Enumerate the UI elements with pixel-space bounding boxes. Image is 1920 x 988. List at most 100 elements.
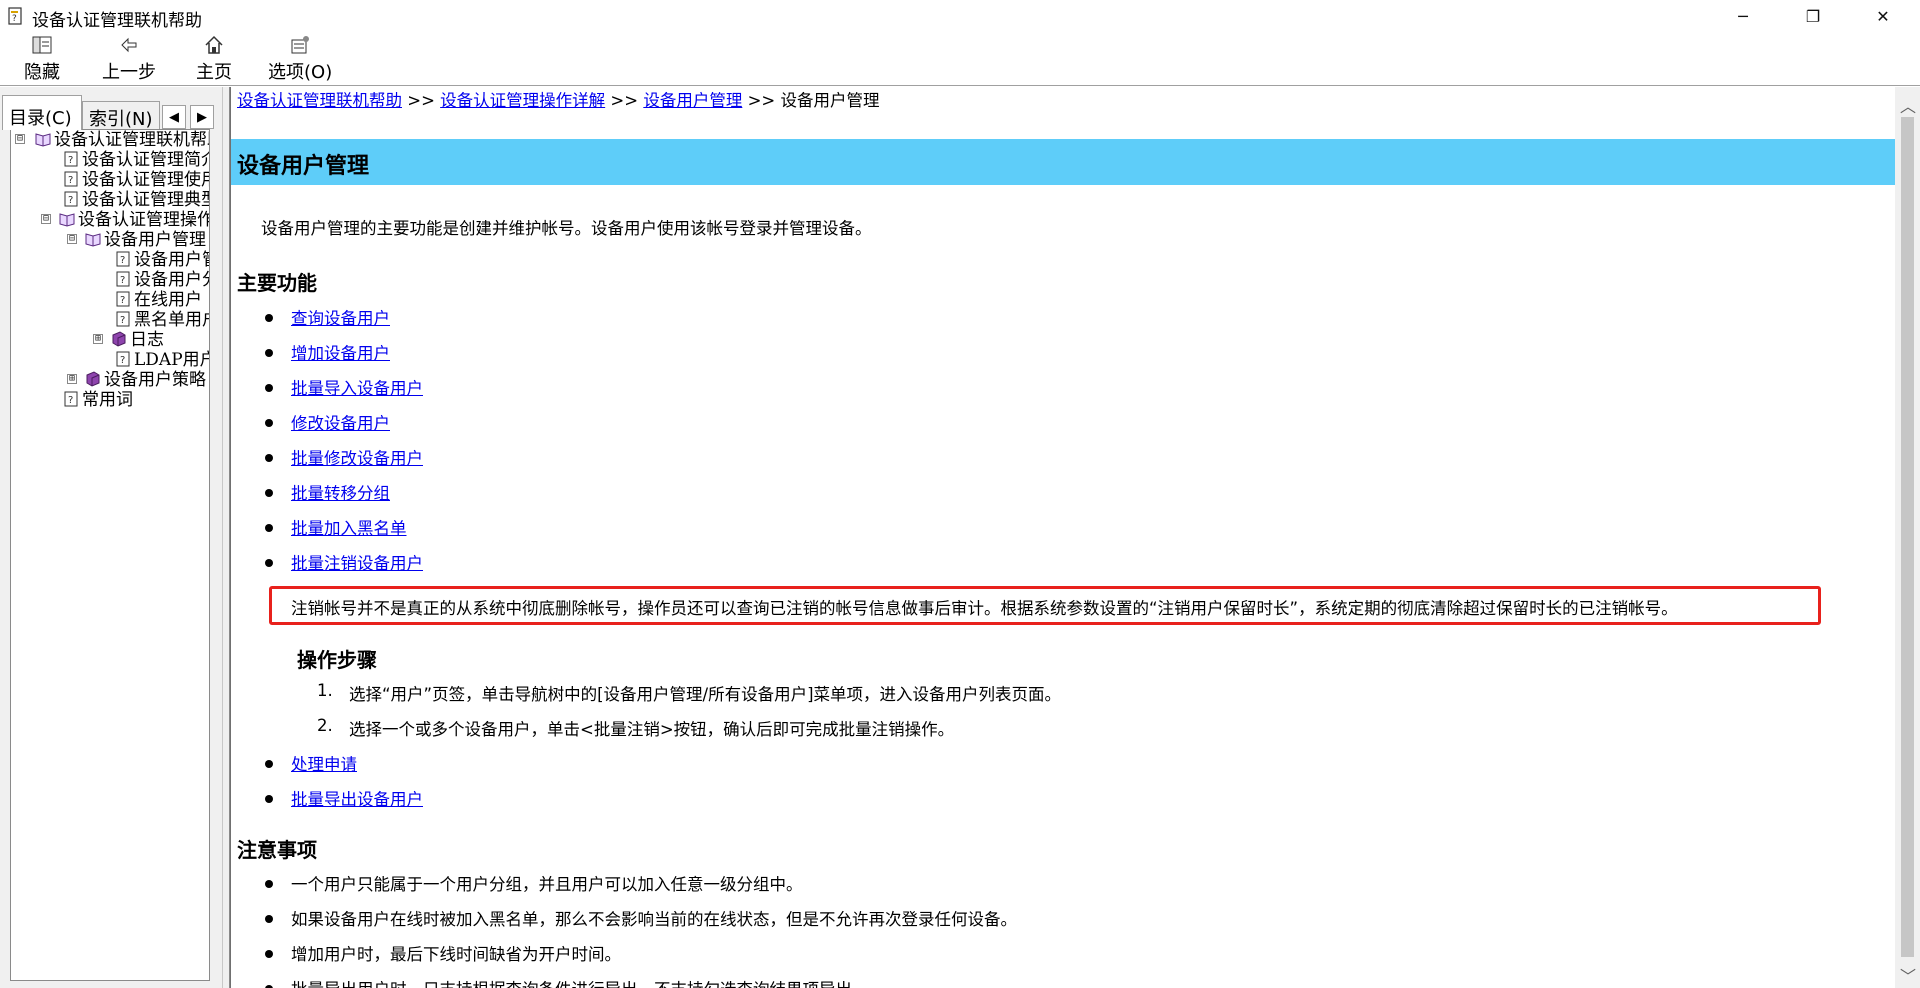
feature-link[interactable]: 处理申请 <box>291 751 357 775</box>
tree-item[interactable]: 日志 <box>111 330 164 350</box>
deregister-note: 注销帐号并不是真正的从系统中彻底删除帐号，操作员还可以查询已注销的帐号信息做事后… <box>291 599 1678 618</box>
bullet-icon <box>265 915 273 923</box>
scrollbar-thumb[interactable] <box>1901 117 1914 957</box>
tree-item-label: 日志 <box>130 330 164 350</box>
pane-splitter[interactable] <box>222 87 230 988</box>
back-label: 上一步 <box>102 62 156 83</box>
bullet-icon <box>265 384 273 392</box>
tree-item[interactable]: 设备认证管理操作详解 <box>59 210 209 230</box>
steps-heading: 操作步骤 <box>297 648 377 672</box>
notes-heading: 注意事项 <box>237 838 317 862</box>
step-number: 1. <box>317 681 333 700</box>
tree-item[interactable]: ? 常用词 <box>63 390 133 410</box>
svg-text:?: ? <box>68 395 73 406</box>
window-title: 设备认证管理联机帮助 <box>32 11 202 31</box>
step-number: 2. <box>317 716 333 735</box>
page-title-banner: 设备用户管理 <box>231 139 1895 185</box>
content-scrollbar[interactable]: ︿ ﹀ <box>1895 87 1920 988</box>
collapse-icon[interactable]: ⊟ <box>67 234 77 244</box>
tab-scroll-left-button[interactable]: ◀ <box>162 105 186 129</box>
tree-item-label: 设备用户管理 <box>104 230 206 250</box>
main-features-heading: 主要功能 <box>237 271 317 295</box>
feature-link[interactable]: 批量注销设备用户 <box>291 550 423 574</box>
toolbar: 隐藏 上一步 主页 选项(O) <box>0 32 1920 86</box>
feature-link[interactable]: 批量转移分组 <box>291 480 390 504</box>
close-button[interactable]: ✕ <box>1860 0 1906 32</box>
tree-item[interactable]: ? 在线用户 <box>115 290 202 310</box>
help-page-icon: ? <box>116 291 130 307</box>
scroll-up-icon[interactable]: ︿ <box>1899 93 1917 116</box>
help-content: 设备认证管理联机帮助 >> 设备认证管理操作详解 >> 设备用户管理 >> 设备… <box>230 87 1895 988</box>
scroll-down-icon[interactable]: ﹀ <box>1899 963 1917 986</box>
tab-index-label: 索引(N) <box>89 109 153 130</box>
tree-item-label: 黑名单用户 <box>134 310 209 330</box>
bullet-icon <box>265 760 273 768</box>
expand-icon[interactable]: ⊞ <box>67 374 77 384</box>
tab-contents[interactable]: 目录(C) <box>2 95 82 130</box>
tree-item-label: 设备认证管理联机帮助 <box>54 130 210 150</box>
bullet-icon <box>265 314 273 322</box>
tree-item-label: 设备认证管理使用说明 <box>82 170 209 190</box>
hide-button[interactable]: 隐藏 <box>24 34 60 84</box>
feature-link[interactable]: 查询设备用户 <box>291 305 390 329</box>
minimize-button[interactable]: ─ <box>1720 0 1766 32</box>
restore-button[interactable]: ❐ <box>1790 0 1836 32</box>
collapse-icon[interactable]: ⊟ <box>15 134 25 144</box>
close-icon: ✕ <box>1876 6 1890 26</box>
help-book-icon: ? <box>8 7 22 25</box>
bullet-icon <box>265 950 273 958</box>
tab-scroll-right-button[interactable]: ▶ <box>190 105 214 129</box>
expand-icon[interactable]: ⊞ <box>93 334 103 344</box>
feature-link[interactable]: 修改设备用户 <box>291 410 390 434</box>
help-page-icon: ? <box>64 391 78 407</box>
restore-icon: ❐ <box>1805 6 1821 26</box>
step-text: 选择一个或多个设备用户，单击<批量注销>按钮，确认后即可完成批量注销操作。 <box>349 720 955 739</box>
svg-text:?: ? <box>68 195 73 206</box>
note-item: 增加用户时，最后下线时间缺省为开户时间。 <box>291 945 621 964</box>
tree-item[interactable]: 设备用户策略 <box>85 370 206 390</box>
collapse-icon[interactable]: ⊟ <box>41 214 51 224</box>
tree-item[interactable]: ? 设备用户管理 <box>115 250 209 270</box>
options-button[interactable]: 选项(O) <box>268 34 332 84</box>
svg-text:?: ? <box>68 175 73 186</box>
tree-item[interactable]: 设备认证管理联机帮助 <box>35 130 210 150</box>
tree-item[interactable]: ? 设备用户分组 <box>115 270 209 290</box>
back-button[interactable]: 上一步 <box>102 34 156 84</box>
help-page-icon: ? <box>116 351 130 367</box>
page-title: 设备用户管理 <box>237 154 370 179</box>
breadcrumb-link-user-mgmt[interactable]: 设备用户管理 <box>643 91 742 110</box>
tab-index[interactable]: 索引(N) <box>82 101 160 130</box>
title-bar: ? 设备认证管理联机帮助 ─ ❐ ✕ <box>0 0 1920 32</box>
breadcrumb-link-home[interactable]: 设备认证管理联机帮助 <box>237 91 402 110</box>
breadcrumb-link-operations[interactable]: 设备认证管理操作详解 <box>440 91 605 110</box>
feature-link[interactable]: 批量导入设备用户 <box>291 375 423 399</box>
bullet-icon <box>265 454 273 462</box>
bullet-icon <box>265 489 273 497</box>
tree-item[interactable]: ? 设备认证管理典型组网 <box>63 190 209 210</box>
svg-text:?: ? <box>120 355 125 366</box>
tree-item[interactable]: ? 设备认证管理简介 <box>63 150 209 170</box>
hide-pane-icon <box>32 36 52 54</box>
feature-link[interactable]: 批量导出设备用户 <box>291 786 423 810</box>
feature-link[interactable]: 批量修改设备用户 <box>291 445 423 469</box>
tree-item-label: 设备用户管理 <box>134 250 209 270</box>
bullet-icon <box>265 419 273 427</box>
feature-link[interactable]: 增加设备用户 <box>291 340 390 364</box>
closed-book-icon <box>112 331 126 347</box>
tree-item-label: 设备用户分组 <box>134 270 209 290</box>
tree-item[interactable]: ? LDAP用户 <box>115 350 209 370</box>
triangle-left-icon: ◀ <box>169 109 179 125</box>
svg-text:?: ? <box>12 14 17 24</box>
feature-link[interactable]: 批量加入黑名单 <box>291 515 407 539</box>
closed-book-icon <box>86 371 100 387</box>
tree-item-label: 在线用户 <box>134 290 202 310</box>
options-label: 选项(O) <box>268 62 333 83</box>
svg-text:?: ? <box>68 155 73 166</box>
home-button[interactable]: 主页 <box>196 34 232 84</box>
tree-item[interactable]: ? 黑名单用户 <box>115 310 209 330</box>
tree-item[interactable]: ? 设备认证管理使用说明 <box>63 170 209 190</box>
intro-text: 设备用户管理的主要功能是创建并维护帐号。设备用户使用该帐号登录并管理设备。 <box>261 219 872 238</box>
options-icon <box>291 36 310 54</box>
minimize-icon: ─ <box>1738 6 1748 26</box>
tree-item[interactable]: 设备用户管理 <box>85 230 206 250</box>
